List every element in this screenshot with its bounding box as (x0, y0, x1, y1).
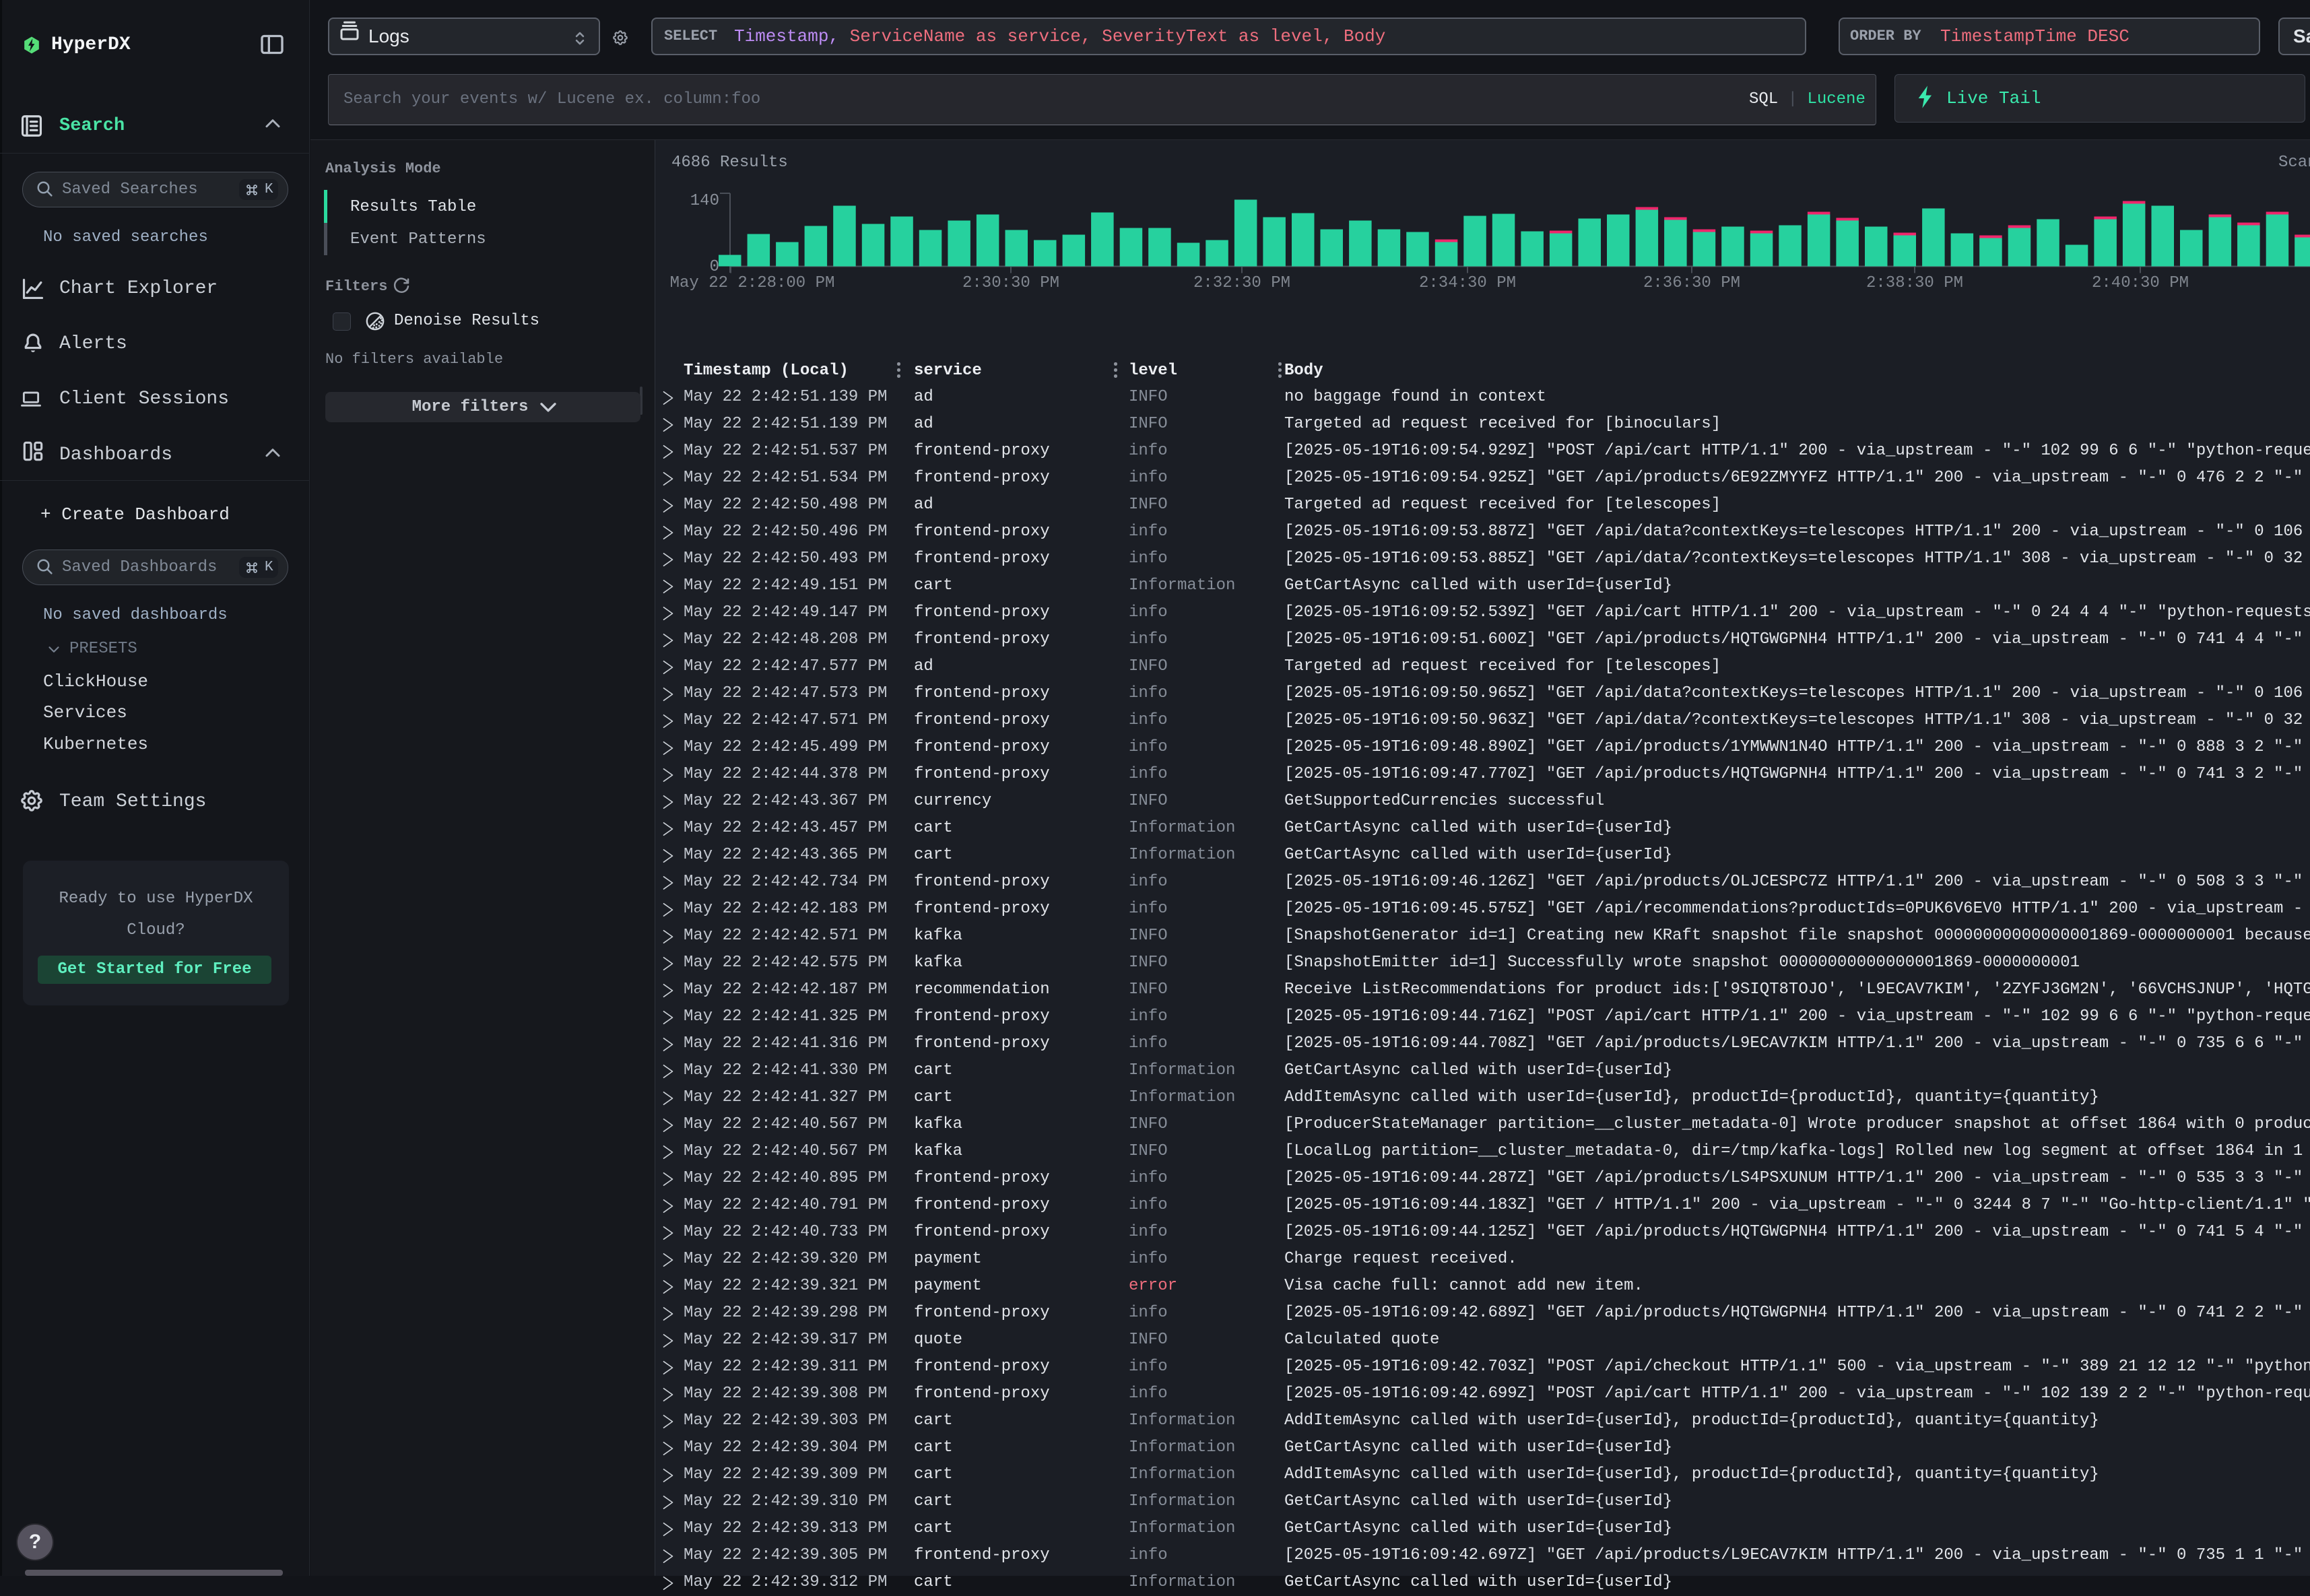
svg-text:2:40:30 PM: 2:40:30 PM (2092, 274, 2189, 292)
svg-text:2:34:30 PM: 2:34:30 PM (1419, 274, 1516, 292)
svg-text:2:30:30 PM: 2:30:30 PM (962, 274, 1059, 292)
svg-text:May 22 2:28:00 PM: May 22 2:28:00 PM (670, 274, 835, 292)
svg-text:2:32:30 PM: 2:32:30 PM (1193, 274, 1290, 292)
svg-text:2:36:30 PM: 2:36:30 PM (1643, 274, 1740, 292)
svg-text:0: 0 (710, 258, 719, 276)
svg-text:2:38:30 PM: 2:38:30 PM (1866, 274, 1963, 292)
svg-text:140: 140 (690, 192, 719, 210)
